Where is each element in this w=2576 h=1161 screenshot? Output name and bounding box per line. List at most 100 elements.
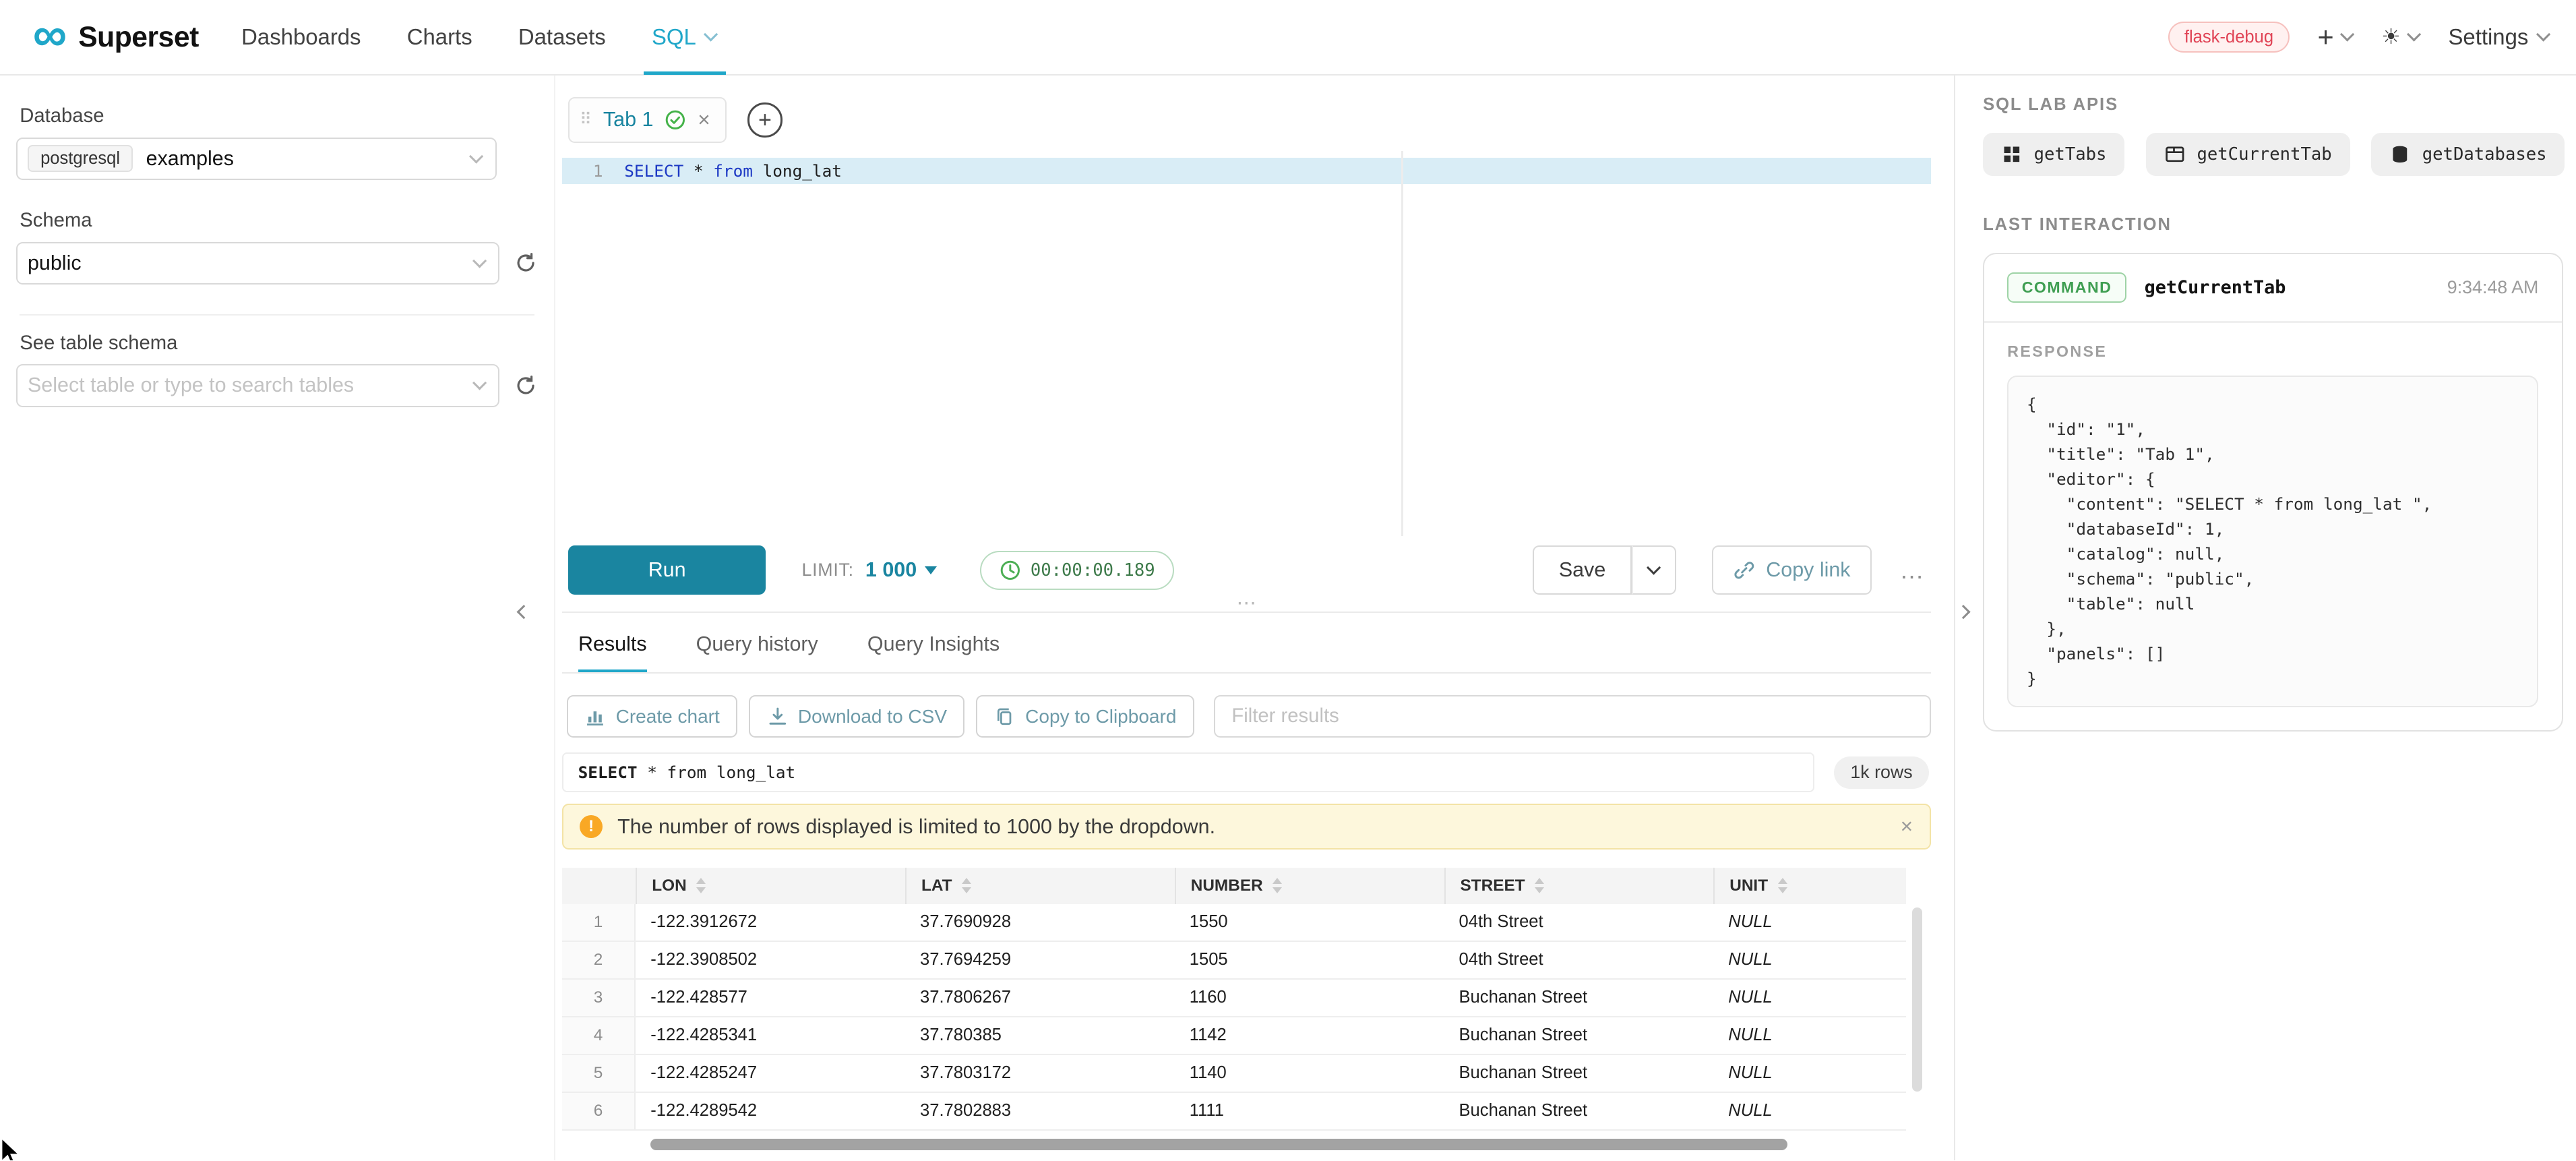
line-number-gutter: 1 <box>562 151 618 535</box>
interaction-header: COMMAND getCurrentTab 9:34:48 AM <box>1984 254 2561 321</box>
sort-icon[interactable] <box>962 878 971 893</box>
vertical-scrollbar[interactable] <box>1912 907 1922 1092</box>
column-header-number[interactable]: NUMBER <box>1175 868 1444 904</box>
line-number: 1 <box>562 158 603 184</box>
chevron-down-icon <box>472 378 487 393</box>
brand-name: Superset <box>78 21 199 54</box>
limit-dropdown[interactable]: LIMIT: 1 000 <box>802 558 938 582</box>
caret-down-icon <box>925 566 937 574</box>
schema-select[interactable]: public <box>16 242 499 285</box>
nav-item-charts[interactable]: Charts <box>384 0 495 75</box>
save-button[interactable]: Save <box>1533 545 1632 595</box>
create-chart-button[interactable]: Create chart <box>567 695 737 738</box>
environment-badge: flask-debug <box>2168 22 2290 52</box>
row-number: 5 <box>562 1055 636 1092</box>
tab-query-insights[interactable]: Query Insights <box>867 632 1000 672</box>
results-table-header: LONLATNUMBERSTREETUNIT <box>562 868 1906 904</box>
table-row: 1-122.391267237.7690928155004th StreetNU… <box>562 904 1906 942</box>
api-buttons: getTabs getCurrentTab getDatabases <box>1983 133 2563 175</box>
row-number: 4 <box>562 1017 636 1054</box>
panel-resize-handle[interactable]: ⋯ <box>562 595 1931 613</box>
new-item-button[interactable]: + <box>2317 23 2353 51</box>
settings-menu[interactable]: Settings <box>2448 24 2550 50</box>
new-tab-button[interactable]: + <box>747 102 782 137</box>
nav-item-datasets[interactable]: Datasets <box>495 0 629 75</box>
sort-icon[interactable] <box>1272 878 1282 893</box>
clock-icon <box>1000 560 1021 581</box>
nav-item-dashboards[interactable]: Dashboards <box>218 0 384 75</box>
response-json: { "id": "1", "title": "Tab 1", "editor":… <box>2007 376 2538 707</box>
limit-value: 1 000 <box>865 558 917 582</box>
table-cell: 37.7690928 <box>905 904 1175 941</box>
nav-item-sql[interactable]: SQL <box>629 0 741 75</box>
table-row: 4-122.428534137.7803851142Buchanan Stree… <box>562 1017 1906 1055</box>
copy-icon <box>994 706 1016 727</box>
database-value: examples <box>146 147 234 171</box>
top-navbar: ∞ Superset Dashboards Charts Datasets SQ… <box>0 0 2576 76</box>
theme-toggle-button[interactable]: ☀ <box>2381 26 2420 48</box>
column-header-unit[interactable]: UNIT <box>1713 868 1905 904</box>
table-cell: 37.7806267 <box>905 980 1175 1016</box>
main-nav: Dashboards Charts Datasets SQL <box>218 0 741 75</box>
close-banner-icon[interactable]: × <box>1901 816 1913 837</box>
copy-link-button[interactable]: Copy link <box>1712 545 1872 595</box>
table-cell: NULL <box>1713 980 1905 1016</box>
column-header-lat[interactable]: LAT <box>905 868 1175 904</box>
download-csv-button[interactable]: Download to CSV <box>749 695 964 738</box>
query-tab[interactable]: ⠿ Tab 1 × <box>568 97 726 143</box>
table-cell: NULL <box>1713 904 1905 941</box>
results-table: LONLATNUMBERSTREETUNIT 1-122.391267237.7… <box>562 868 1931 1150</box>
close-tab-icon[interactable]: × <box>698 109 710 131</box>
sort-icon[interactable] <box>1778 878 1787 893</box>
sort-icon[interactable] <box>1535 878 1544 893</box>
tab-results[interactable]: Results <box>578 632 647 672</box>
chevron-down-icon <box>2340 30 2354 44</box>
table-cell: 1142 <box>1175 1017 1444 1054</box>
limit-label: LIMIT: <box>802 560 854 580</box>
table-select[interactable]: Select table or type to search tables <box>16 364 499 407</box>
horizontal-scrollbar[interactable] <box>650 1139 1787 1150</box>
get-databases-button[interactable]: getDatabases <box>2371 133 2565 175</box>
database-label: Database <box>20 105 537 127</box>
superset-brand[interactable]: ∞ Superset <box>33 20 199 53</box>
warning-icon: ! <box>580 815 603 838</box>
command-badge: COMMAND <box>2007 272 2126 303</box>
chevron-down-icon <box>704 30 718 44</box>
plus-icon: + <box>2317 23 2333 51</box>
sidebar-divider <box>20 314 534 316</box>
query-timer: 00:00:00.189 <box>980 551 1175 591</box>
get-current-tab-button[interactable]: getCurrentTab <box>2146 133 2350 175</box>
copy-clipboard-button[interactable]: Copy to Clipboard <box>976 695 1194 738</box>
table-cell: -122.4289542 <box>636 1093 905 1129</box>
download-icon <box>767 706 789 727</box>
chevron-down-icon <box>469 151 484 166</box>
save-options-button[interactable] <box>1632 545 1676 595</box>
chevron-down-icon <box>2537 30 2550 44</box>
table-cell: Buchanan Street <box>1444 1093 1714 1129</box>
drag-handle-icon[interactable]: ⠿ <box>580 112 592 128</box>
code-area[interactable]: SELECT * from long_lat <box>618 151 1931 535</box>
expand-panel-icon[interactable] <box>1959 605 1973 620</box>
more-options-button[interactable]: … <box>1893 558 1930 583</box>
sql-code-editor[interactable]: 1 SELECT * from long_lat <box>562 151 1931 535</box>
filter-results-input[interactable] <box>1214 695 1930 738</box>
table-cell: 37.7803172 <box>905 1055 1175 1092</box>
column-header-street[interactable]: STREET <box>1444 868 1714 904</box>
table-cell: NULL <box>1713 1055 1905 1092</box>
link-icon <box>1734 560 1755 581</box>
tab-query-history[interactable]: Query history <box>696 632 818 672</box>
table-cell: 1111 <box>1175 1093 1444 1129</box>
column-header-lon[interactable]: LON <box>636 868 905 904</box>
sort-icon[interactable] <box>696 878 706 893</box>
table-cell: NULL <box>1713 1093 1905 1129</box>
refresh-tables-icon[interactable] <box>514 374 537 397</box>
database-select[interactable]: postgresql examples <box>16 138 496 180</box>
get-tabs-button[interactable]: getTabs <box>1983 133 2124 175</box>
collapse-sidebar-icon[interactable] <box>514 605 529 620</box>
refresh-schemas-icon[interactable] <box>514 251 537 274</box>
timer-value: 00:00:00.189 <box>1031 560 1155 580</box>
table-cell: -122.4285341 <box>636 1017 905 1054</box>
run-button[interactable]: Run <box>568 545 766 595</box>
sql-lab-api-panel: SQL LAB APIS getTabs getCurrentTab getDa… <box>1955 76 2576 1160</box>
table-cell: NULL <box>1713 1017 1905 1054</box>
